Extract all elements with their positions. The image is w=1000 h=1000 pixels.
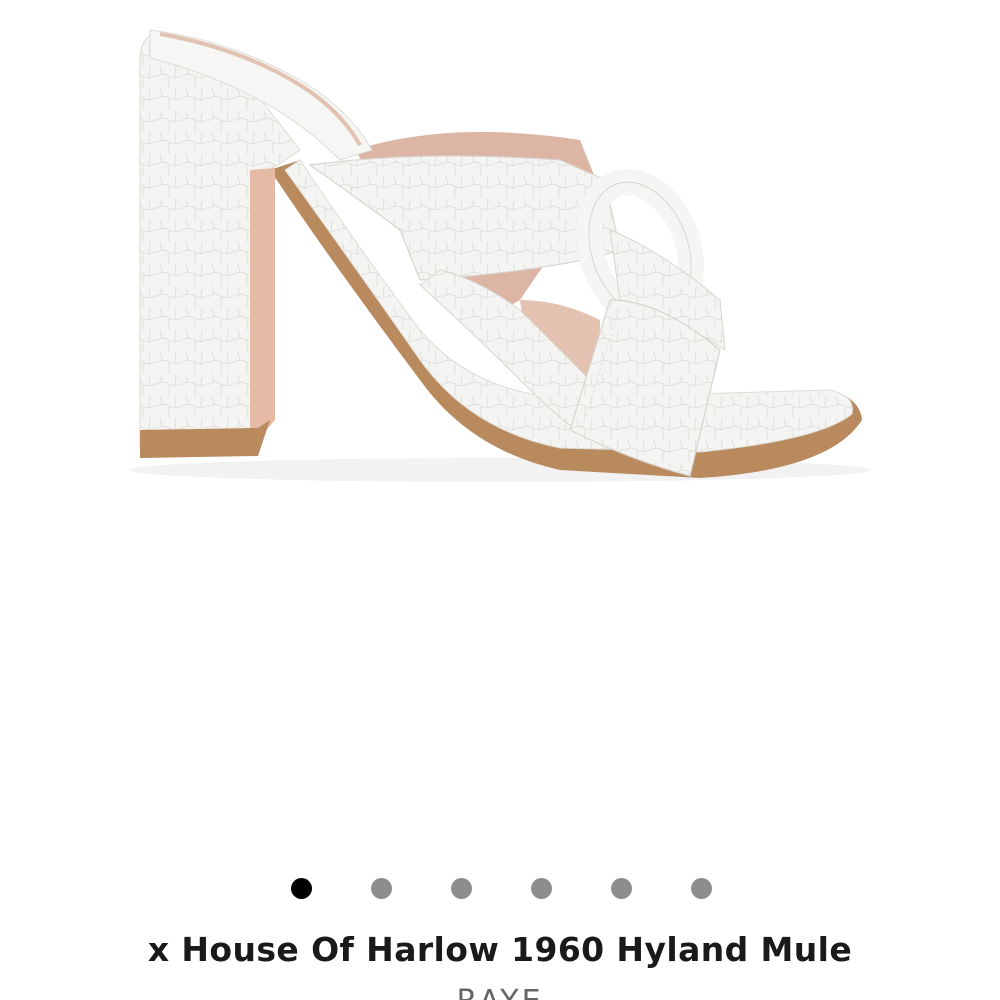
carousel-dot-5[interactable] [611,878,632,899]
brand-name[interactable]: RAYE [0,984,1000,1000]
carousel-dot-6[interactable] [691,878,712,899]
carousel-dot-2[interactable] [371,878,392,899]
carousel-dot-4[interactable] [531,878,552,899]
product-image-gallery[interactable] [0,0,1000,860]
product-page: x House Of Harlow 1960 Hyland Mule RAYE [0,0,1000,1000]
carousel-dot-1[interactable] [291,878,312,899]
product-title: x House Of Harlow 1960 Hyland Mule [147,930,853,969]
carousel-pagination [0,878,1000,900]
heel-inner-face [250,168,275,440]
carousel-dot-3[interactable] [451,878,472,899]
product-image[interactable] [0,0,1000,860]
